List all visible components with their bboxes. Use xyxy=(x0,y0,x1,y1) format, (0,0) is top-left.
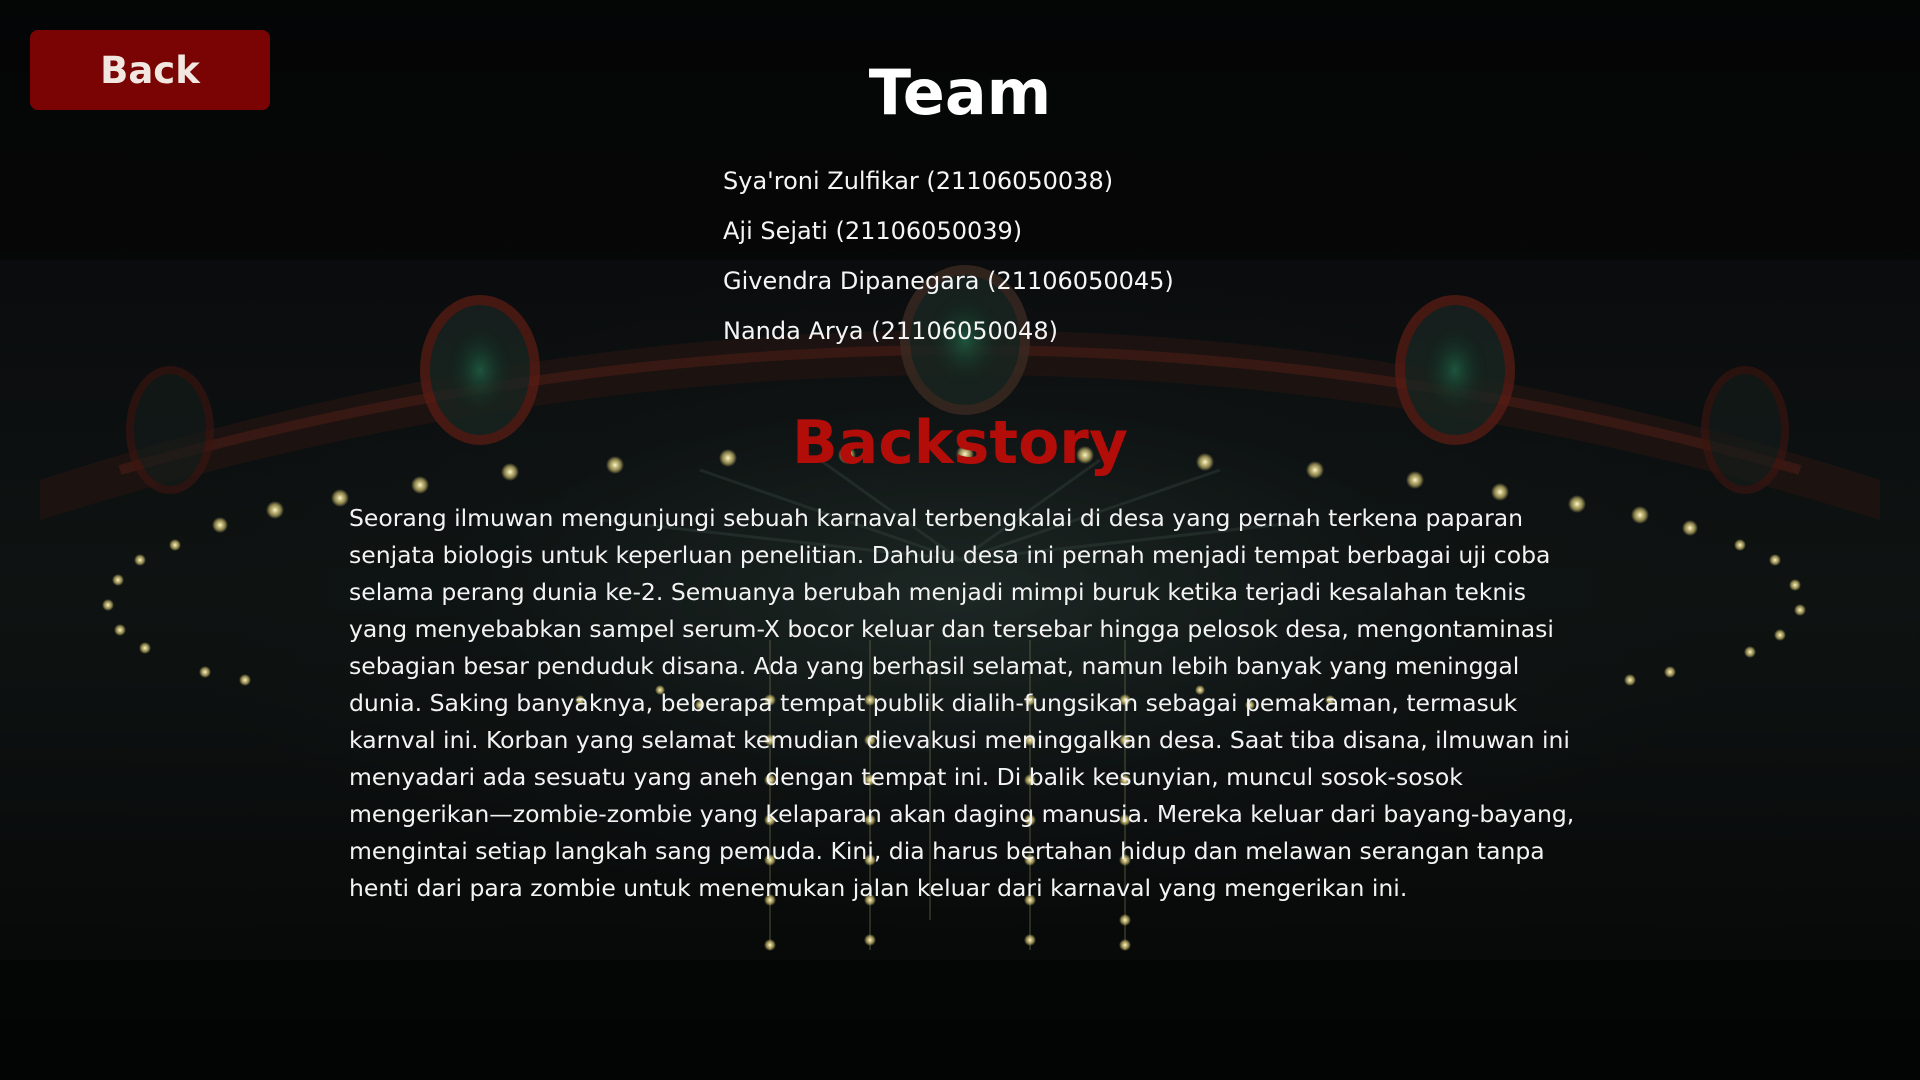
backstory-paragraph: Seorang ilmuwan mengunjungi sebuah karna… xyxy=(349,504,1575,902)
team-member: Givendra Dipanegara (21106050045) xyxy=(723,267,1174,295)
team-member-list: Sya'roni Zulfikar (21106050038) Aji Seja… xyxy=(723,156,1174,356)
backstory-heading: Backstory xyxy=(791,408,1128,478)
main-menu-screen: Back Team Sya'roni Zulfikar (21106050038… xyxy=(0,0,1920,1080)
team-member: Sya'roni Zulfikar (21106050038) xyxy=(723,167,1114,195)
team-member: Nanda Arya (21106050048) xyxy=(723,317,1058,345)
team-member: Aji Sejati (21106050039) xyxy=(723,217,1023,245)
team-heading: Team xyxy=(868,56,1052,129)
